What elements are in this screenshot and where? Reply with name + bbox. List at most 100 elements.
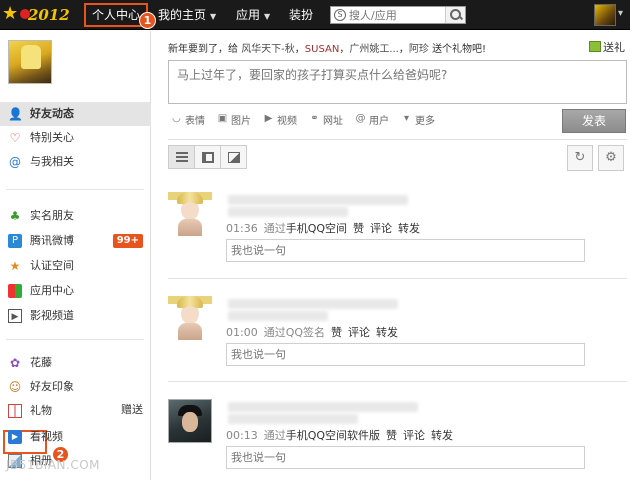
list-view-button[interactable] bbox=[168, 145, 195, 169]
search-box: S bbox=[330, 6, 466, 24]
reply-input[interactable] bbox=[227, 447, 584, 468]
comment-action[interactable]: 评论 bbox=[370, 222, 392, 235]
like-action[interactable]: 赞 bbox=[331, 326, 342, 339]
sidebar-divider bbox=[6, 189, 144, 190]
tool-label: 用户 bbox=[369, 115, 389, 127]
mention-tool[interactable]: @ 用户 bbox=[354, 111, 390, 127]
gear-icon: ⚙ bbox=[605, 150, 617, 165]
sidebar-item-related[interactable]: @ 与我相关 bbox=[0, 150, 151, 174]
forward-action[interactable]: 转发 bbox=[398, 222, 420, 235]
profile-avatar[interactable] bbox=[8, 40, 52, 84]
more-tool[interactable]: ▾ 更多 bbox=[400, 111, 435, 127]
feed-item: 01:36 通过手机QQ空间赞评论 转发 bbox=[168, 192, 627, 272]
nav-apps[interactable]: 应用 ▼ bbox=[236, 0, 270, 30]
caret-down-icon: ▾ bbox=[403, 113, 410, 124]
sidebar-item-video-channel[interactable]: ▶ 影视频道 bbox=[0, 304, 151, 328]
like-action[interactable]: 赞 bbox=[386, 429, 397, 442]
chevron-down-icon[interactable]: ▾ bbox=[618, 8, 623, 19]
image-tool[interactable]: ▣ 图片 bbox=[216, 111, 251, 127]
feed-item: 00:13 通过手机QQ空间软件版赞评论 转发 bbox=[168, 399, 627, 479]
reply-box bbox=[226, 446, 585, 469]
nav-my-homepage[interactable]: 我的主页 ▼ bbox=[158, 0, 216, 30]
forward-action[interactable]: 转发 bbox=[376, 326, 398, 339]
friend-link[interactable]: 广州姚工... bbox=[349, 44, 399, 55]
sidebar-item-special-care[interactable]: ♡ 特别关心 bbox=[0, 126, 151, 150]
gift-icon bbox=[8, 404, 22, 418]
step-badge-1: 1 bbox=[139, 12, 156, 29]
status-input[interactable] bbox=[169, 61, 626, 103]
at-icon: @ bbox=[9, 155, 21, 169]
search-button[interactable] bbox=[445, 7, 465, 23]
post-time: 00:13 bbox=[226, 429, 258, 442]
redacted-content bbox=[228, 311, 328, 321]
send-gift-link[interactable]: 赠送 bbox=[121, 402, 143, 418]
sidebar-item-app-center[interactable]: 应用中心 bbox=[0, 279, 151, 303]
chevron-down-icon: ▼ bbox=[264, 12, 271, 21]
search-input[interactable] bbox=[349, 8, 441, 22]
sidebar-item-label: 花藤 bbox=[30, 356, 52, 369]
friend-avatar[interactable] bbox=[168, 296, 212, 340]
friend-avatar[interactable] bbox=[168, 399, 212, 443]
friend-link[interactable]: 阿珍 bbox=[409, 44, 429, 55]
tool-label: 图片 bbox=[231, 115, 251, 127]
top-nav-bar: ★ 2012 个人中心 1 我的主页▼ 应用▼ 装扮 S ▾ bbox=[0, 0, 630, 30]
link-tool[interactable]: ⚭ 网址 bbox=[308, 111, 343, 127]
friend-link[interactable]: 风华天下-秋 bbox=[241, 44, 295, 55]
emoji-tool[interactable]: ◡ 表情 bbox=[170, 111, 205, 127]
redacted-content bbox=[228, 414, 358, 424]
user-avatar-small[interactable] bbox=[594, 4, 616, 26]
forward-action[interactable]: 转发 bbox=[431, 429, 453, 442]
unread-count-badge: 99+ bbox=[112, 234, 143, 248]
sidebar-item-verified[interactable]: ★ 认证空间 bbox=[0, 254, 151, 278]
nav-personal-center[interactable]: 个人中心 bbox=[92, 0, 140, 30]
nav-decorate-label: 装扮 bbox=[289, 8, 314, 22]
star-icon: ★ bbox=[2, 3, 19, 24]
sidebar-item-flower-vine[interactable]: ✿ 花藤 bbox=[0, 351, 151, 375]
sidebar-item-real-friends[interactable]: ♣ 实名朋友 bbox=[0, 204, 151, 228]
sidebar-item-label: 与我相关 bbox=[30, 155, 74, 168]
nav-personal-center-label: 个人中心 bbox=[92, 8, 141, 22]
feed-divider bbox=[168, 278, 627, 279]
client-link[interactable]: 手机QQ空间软件版 bbox=[286, 429, 380, 442]
greeting-prefix: 新年要到了，给 bbox=[168, 44, 238, 55]
send-gift-label: 送礼 bbox=[603, 41, 625, 54]
divider bbox=[168, 139, 627, 140]
chevron-down-icon: ▼ bbox=[210, 12, 217, 21]
refresh-button[interactable]: ↻ bbox=[567, 145, 593, 171]
friend-avatar[interactable] bbox=[168, 192, 212, 236]
like-action[interactable]: 赞 bbox=[353, 222, 364, 235]
sidebar-item-watch-video[interactable]: ▶ 看视频 bbox=[0, 425, 151, 449]
post-time: 01:36 bbox=[226, 222, 258, 235]
sidebar-item-label: 认证空间 bbox=[30, 259, 74, 272]
reply-input[interactable] bbox=[227, 344, 584, 365]
qzone-logo[interactable]: ★ 2012 bbox=[2, 3, 80, 27]
image-icon: ▣ bbox=[217, 113, 228, 124]
nav-decorate[interactable]: 装扮 bbox=[289, 0, 313, 30]
sidebar-item-label: 好友动态 bbox=[30, 107, 74, 120]
tool-label: 网址 bbox=[323, 115, 343, 127]
tool-label: 更多 bbox=[415, 115, 435, 127]
reply-input[interactable] bbox=[227, 240, 584, 261]
card-view-button[interactable] bbox=[194, 145, 221, 169]
video-tool[interactable]: ▶ 视频 bbox=[262, 111, 297, 127]
send-gift-button[interactable]: 送礼 bbox=[589, 39, 625, 55]
sidebar-item-label: 礼物 bbox=[30, 404, 52, 417]
redacted-content bbox=[228, 402, 418, 412]
post-via: 通过 bbox=[263, 222, 286, 235]
person-icon: 👤 bbox=[8, 107, 23, 121]
sidebar-item-label: 好友印象 bbox=[30, 380, 74, 393]
sidebar-item-friend-impression[interactable]: ☺ 好友印象 bbox=[0, 375, 151, 399]
comment-action[interactable]: 评论 bbox=[348, 326, 370, 339]
card-icon bbox=[202, 152, 214, 163]
photo-view-button[interactable] bbox=[220, 145, 247, 169]
post-button[interactable]: 发表 bbox=[562, 109, 626, 133]
settings-button[interactable]: ⚙ bbox=[598, 145, 624, 171]
friend-link[interactable]: SUSAN bbox=[305, 44, 340, 55]
sidebar-item-label: 特别关心 bbox=[30, 131, 74, 144]
nav-apps-label: 应用 bbox=[236, 8, 261, 22]
sidebar-item-friend-feed[interactable]: 👤 好友动态 bbox=[0, 102, 151, 126]
tool-label: 表情 bbox=[185, 115, 205, 127]
sidebar-item-weibo[interactable]: P 腾讯微博 99+ bbox=[0, 229, 151, 253]
comment-action[interactable]: 评论 bbox=[403, 429, 425, 442]
client-link[interactable]: 手机QQ空间 bbox=[286, 222, 347, 235]
